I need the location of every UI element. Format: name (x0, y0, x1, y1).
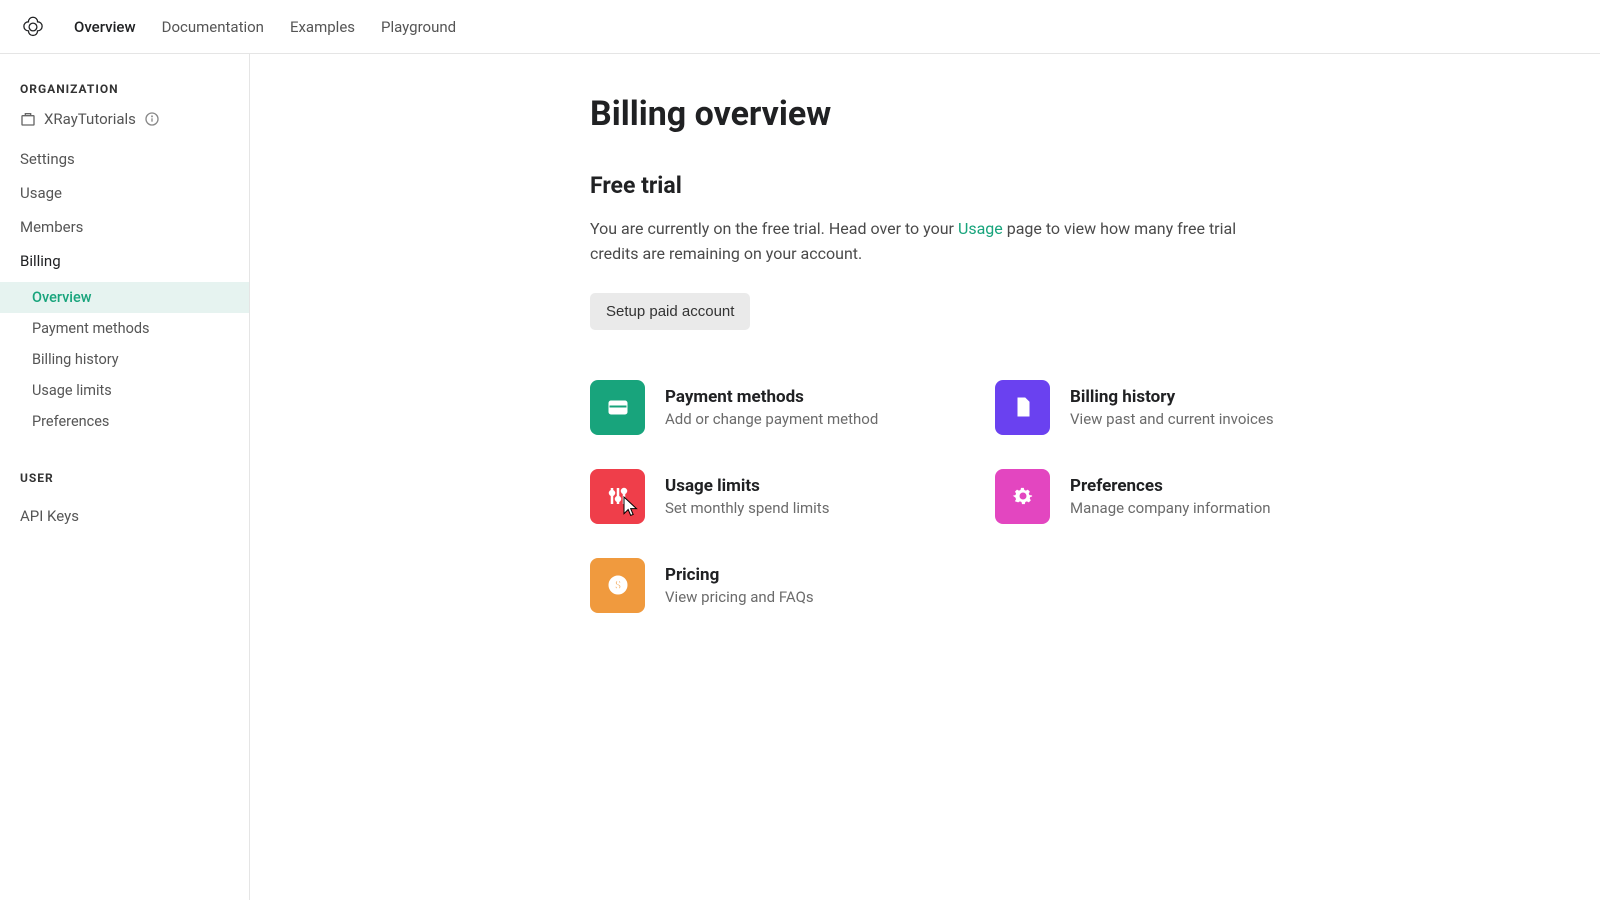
usage-link[interactable]: Usage (958, 219, 1003, 238)
sidebar-item-usage[interactable]: Usage (0, 176, 249, 210)
sidebar-sub-usage-limits[interactable]: Usage limits (0, 375, 249, 406)
card-billing-history[interactable]: Billing history View past and current in… (995, 380, 1400, 435)
card-desc: View pricing and FAQs (665, 588, 814, 606)
billing-cards-grid: Payment methods Add or change payment me… (590, 380, 1540, 613)
sidebar-org-label: ORGANIZATION (0, 82, 249, 110)
top-nav: Overview Documentation Examples Playgrou… (0, 0, 1600, 54)
card-title: Preferences (1070, 476, 1271, 496)
sidebar-item-members[interactable]: Members (0, 210, 249, 244)
sidebar-item-api-keys[interactable]: API Keys (0, 499, 249, 533)
card-title: Pricing (665, 565, 814, 585)
trial-text-before: You are currently on the free trial. Hea… (590, 219, 958, 238)
sidebar-sub-payment-methods[interactable]: Payment methods (0, 313, 249, 344)
card-title: Usage limits (665, 476, 829, 496)
card-usage-limits[interactable]: Usage limits Set monthly spend limits (590, 469, 995, 524)
sidebar-org-selector[interactable]: XRayTutorials (0, 110, 249, 142)
sidebar: ORGANIZATION XRayTutorials Settings Usag… (0, 54, 250, 900)
setup-paid-account-button[interactable]: Setup paid account (590, 293, 750, 330)
card-payment-methods[interactable]: Payment methods Add or change payment me… (590, 380, 995, 435)
sidebar-user-label: USER (0, 471, 249, 499)
card-icon (995, 469, 1050, 524)
sidebar-sub-billing-history[interactable]: Billing history (0, 344, 249, 375)
document-icon (1011, 395, 1035, 419)
info-icon[interactable] (144, 111, 160, 127)
sidebar-item-settings[interactable]: Settings (0, 142, 249, 176)
org-name: XRayTutorials (44, 110, 136, 128)
card-desc: View past and current invoices (1070, 410, 1274, 428)
card-desc: Set monthly spend limits (665, 499, 829, 517)
card-icon (590, 469, 645, 524)
sidebar-sub-preferences[interactable]: Preferences (0, 406, 249, 437)
section-title-free-trial: Free trial (590, 172, 1540, 199)
card-title: Billing history (1070, 387, 1274, 407)
building-icon (20, 111, 36, 127)
sliders-icon (606, 484, 630, 508)
card-icon: $ (590, 558, 645, 613)
nav-examples[interactable]: Examples (290, 18, 355, 36)
card-icon (995, 380, 1050, 435)
topnav-links: Overview Documentation Examples Playgrou… (74, 18, 456, 36)
sidebar-item-billing[interactable]: Billing (0, 244, 249, 278)
logo-icon[interactable] (20, 14, 46, 40)
credit-card-icon (606, 395, 630, 419)
gear-icon (1011, 484, 1035, 508)
card-desc: Add or change payment method (665, 410, 878, 428)
card-icon (590, 380, 645, 435)
card-desc: Manage company information (1070, 499, 1271, 517)
page-title: Billing overview (590, 94, 1540, 134)
card-preferences[interactable]: Preferences Manage company information (995, 469, 1400, 524)
nav-documentation[interactable]: Documentation (162, 18, 264, 36)
trial-description: You are currently on the free trial. Hea… (590, 217, 1270, 267)
dollar-icon: $ (606, 573, 630, 597)
svg-text:$: $ (614, 578, 621, 592)
card-pricing[interactable]: $ Pricing View pricing and FAQs (590, 558, 995, 613)
nav-playground[interactable]: Playground (381, 18, 456, 36)
sidebar-sub-overview[interactable]: Overview (0, 282, 249, 313)
card-title: Payment methods (665, 387, 878, 407)
sidebar-billing-sub: Overview Payment methods Billing history… (0, 282, 249, 437)
main-content: Billing overview Free trial You are curr… (250, 54, 1600, 900)
nav-overview[interactable]: Overview (74, 18, 136, 36)
